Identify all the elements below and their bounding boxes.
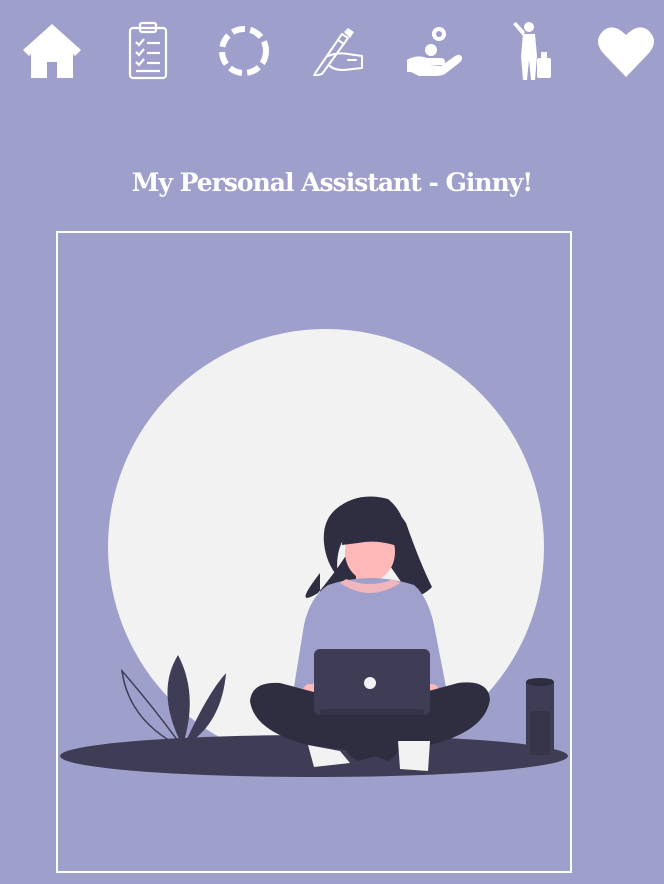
nav-progress-button[interactable] [212,18,276,84]
assistant-illustration [60,329,568,777]
laptop [314,649,430,717]
page-title: My Personal Assistant - Ginny! [131,168,534,197]
clipboard-checklist-icon [128,21,168,80]
nav-finance-button[interactable] [402,18,466,84]
illustration-frame [56,231,572,873]
nav-favorites-button[interactable] [594,18,658,84]
money-hand-icon [407,27,463,76]
traveler-icon [513,22,551,80]
laptop-logo [364,677,376,689]
smart-speaker [526,678,554,759]
home-icon [23,24,81,78]
nav-tasks-button[interactable] [116,18,180,84]
nav-notes-button[interactable] [306,18,370,84]
nav-home-button[interactable] [20,18,84,84]
heart-icon [598,27,654,77]
hand-writing-icon [313,28,363,76]
nav-travel-button[interactable] [498,18,562,84]
top-navigation [0,0,664,110]
loading-circle-icon [219,26,269,76]
